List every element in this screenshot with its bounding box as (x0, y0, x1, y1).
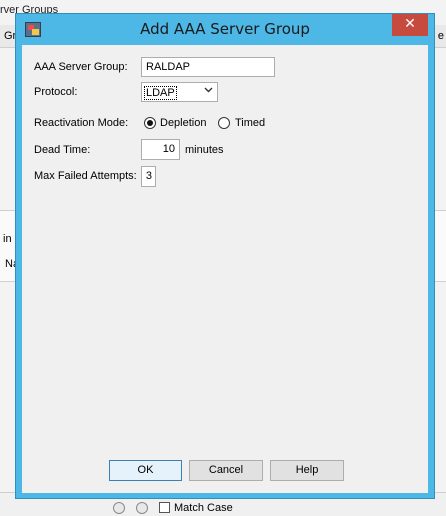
max-failed-attempts-input[interactable]: 3 (141, 166, 156, 187)
protocol-selected-value: LDAP (144, 86, 177, 100)
dead-time-value: 10 (162, 143, 175, 155)
timed-radio-label[interactable]: Timed (235, 117, 265, 129)
help-button[interactable]: Help (270, 460, 344, 481)
add-aaa-server-group-dialog: Add AAA Server Group ✕ AAA Server Group:… (15, 13, 435, 499)
reactivation-mode-label: Reactivation Mode: (34, 117, 129, 129)
dialog-title: Add AAA Server Group (140, 20, 310, 38)
close-button[interactable]: ✕ (392, 14, 428, 36)
find-next-icon[interactable] (136, 502, 148, 514)
server-group-input[interactable]: RALDAP (141, 57, 275, 77)
cancel-button[interactable]: Cancel (189, 460, 263, 481)
dialog-client-area: AAA Server Group: RALDAP Protocol: LDAP … (22, 45, 428, 493)
max-failed-attempts-value: 3 (145, 170, 152, 182)
server-group-label: AAA Server Group: (34, 61, 128, 73)
dead-time-label: Dead Time: (34, 144, 91, 156)
dead-time-unit: minutes (185, 144, 224, 156)
background-column-header-right: e (437, 30, 444, 42)
depletion-radio[interactable] (144, 117, 156, 129)
depletion-radio-label[interactable]: Depletion (160, 117, 206, 129)
dead-time-input[interactable]: 10 (141, 139, 180, 160)
match-case-label: Match Case (174, 502, 233, 514)
dialog-titlebar[interactable]: Add AAA Server Group ✕ (16, 14, 434, 45)
match-case-checkbox[interactable] (159, 502, 170, 513)
server-group-value: RALDAP (146, 61, 191, 73)
protocol-label: Protocol: (34, 86, 78, 98)
ok-button[interactable]: OK (109, 460, 182, 481)
find-previous-icon[interactable] (113, 502, 125, 514)
timed-radio[interactable] (218, 117, 230, 129)
max-failed-attempts-label: Max Failed Attempts: (34, 170, 137, 182)
protocol-select[interactable]: LDAP (141, 82, 218, 102)
background-in-text: in (3, 233, 12, 245)
chevron-down-icon[interactable] (204, 85, 213, 97)
